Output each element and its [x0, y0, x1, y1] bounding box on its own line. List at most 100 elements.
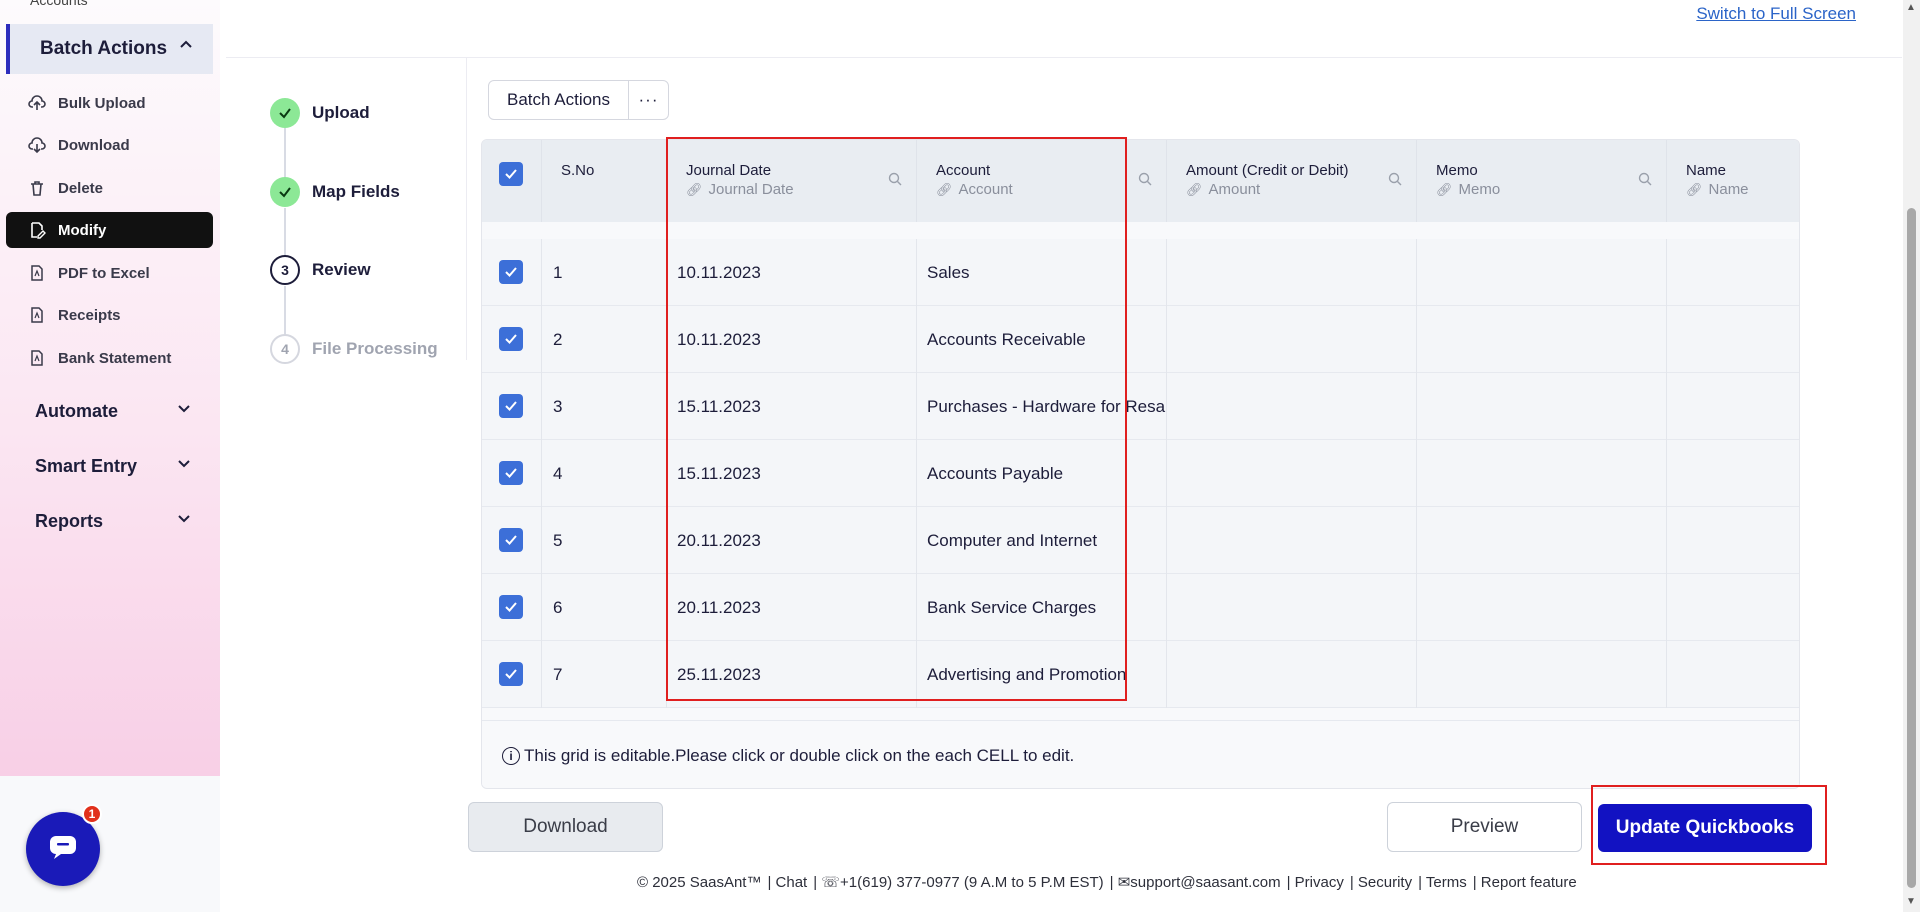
step-connector — [284, 208, 286, 256]
sidebar-section-label: Batch Actions — [40, 38, 168, 59]
scroll-up-arrow[interactable]: ▲ — [1905, 2, 1917, 13]
column-title: Name — [1686, 162, 1727, 179]
cloud-upload-icon — [28, 94, 46, 112]
cell-sno[interactable]: 1 — [541, 239, 666, 306]
column-mapped-field: Amount — [1208, 181, 1261, 198]
search-icon[interactable] — [1638, 172, 1652, 191]
column-header-memo[interactable]: Memo 🔗︎ Memo — [1416, 140, 1666, 222]
row-checkbox[interactable] — [499, 260, 523, 284]
preview-button[interactable]: Preview — [1387, 802, 1582, 852]
sidebar-item-download[interactable]: Download — [6, 127, 213, 163]
footer-chat-link[interactable]: | Chat — [767, 874, 807, 891]
search-icon[interactable] — [1138, 172, 1152, 191]
batch-actions-button[interactable]: Batch Actions — [489, 81, 628, 119]
footer-security-link[interactable]: | Security — [1350, 874, 1412, 891]
cell-sno[interactable]: 6 — [541, 574, 666, 641]
column-header-sno[interactable]: S.No — [541, 140, 666, 222]
sidebar-item-label: Bulk Upload — [58, 94, 146, 112]
row-checkbox[interactable] — [499, 595, 523, 619]
cell-memo[interactable] — [1416, 373, 1666, 440]
cell-sno[interactable]: 7 — [541, 641, 666, 708]
sidebar-item-bank-statement[interactable]: Bank Statement — [6, 340, 213, 376]
sidebar-group-reports[interactable]: Reports — [6, 499, 213, 543]
sidebar-item-pdf-to-excel[interactable]: PDF to Excel — [6, 255, 213, 291]
sidebar-item-accounts-partial[interactable]: Accounts — [30, 0, 88, 8]
sidebar-item-label: Delete — [58, 179, 104, 197]
cell-amount[interactable] — [1166, 306, 1416, 373]
pdf-file-icon — [28, 264, 46, 282]
cell-memo[interactable] — [1416, 440, 1666, 507]
link-icon: 🔗︎ — [1686, 182, 1703, 197]
sidebar-item-delete[interactable]: Delete — [6, 170, 213, 206]
sidebar-item-label: Download — [58, 136, 130, 154]
cell-sno[interactable]: 4 — [541, 440, 666, 507]
chat-notification-badge: 1 — [82, 804, 102, 824]
cell-amount[interactable] — [1166, 574, 1416, 641]
cell-memo[interactable] — [1416, 507, 1666, 574]
update-quickbooks-button[interactable]: Update Quickbooks — [1598, 804, 1812, 852]
cell-name[interactable] — [1666, 641, 1799, 708]
cell-memo[interactable] — [1416, 306, 1666, 373]
row-checkbox[interactable] — [499, 461, 523, 485]
cell-name[interactable] — [1666, 507, 1799, 574]
download-button[interactable]: Download — [468, 802, 663, 852]
cell-sno[interactable]: 2 — [541, 306, 666, 373]
cell-memo[interactable] — [1416, 641, 1666, 708]
footer-email-link[interactable]: | ✉support@saasant.com — [1110, 873, 1281, 891]
step-number: 3 — [270, 255, 300, 285]
sidebar-section-batch-actions[interactable]: Batch Actions — [6, 24, 213, 74]
sidebar-group-smart-entry[interactable]: Smart Entry — [6, 444, 213, 488]
row-checkbox[interactable] — [499, 327, 523, 351]
column-mapped-field: Name — [1708, 181, 1749, 198]
cell-amount[interactable] — [1166, 373, 1416, 440]
cell-sno[interactable]: 3 — [541, 373, 666, 440]
column-header-name[interactable]: Name 🔗︎ Name — [1666, 140, 1799, 222]
chevron-down-icon — [177, 511, 191, 529]
info-icon: i — [502, 746, 520, 765]
column-title: Memo — [1436, 162, 1478, 179]
cell-name[interactable] — [1666, 574, 1799, 641]
cell-memo[interactable] — [1416, 574, 1666, 641]
cell-name[interactable] — [1666, 306, 1799, 373]
sidebar-item-label: PDF to Excel — [58, 264, 150, 282]
sidebar-group-label: Smart Entry — [35, 455, 138, 476]
steps-divider — [466, 58, 467, 360]
check-icon — [270, 98, 300, 128]
row-checkbox[interactable] — [499, 394, 523, 418]
column-header-amount[interactable]: Amount (Credit or Debit) 🔗︎ Amount — [1166, 140, 1416, 222]
column-title: S.No — [561, 162, 595, 179]
cell-memo[interactable] — [1416, 239, 1666, 306]
cell-sno[interactable]: 5 — [541, 507, 666, 574]
cell-name[interactable] — [1666, 440, 1799, 507]
trash-icon — [28, 179, 46, 197]
footer-privacy-link[interactable]: | Privacy — [1287, 874, 1344, 891]
switch-full-screen-link[interactable]: Switch to Full Screen — [1696, 4, 1856, 24]
cell-name[interactable] — [1666, 239, 1799, 306]
cell-name[interactable] — [1666, 373, 1799, 440]
sidebar-group-automate[interactable]: Automate — [6, 389, 213, 433]
pdf-file-icon — [28, 349, 46, 367]
cell-amount[interactable] — [1166, 239, 1416, 306]
search-icon[interactable] — [1388, 172, 1402, 191]
step-number: 4 — [270, 334, 300, 364]
sidebar-item-bulk-upload[interactable]: Bulk Upload — [6, 85, 213, 121]
page-scrollbar-thumb[interactable] — [1907, 208, 1916, 888]
footer-terms-link[interactable]: | Terms — [1418, 874, 1467, 891]
cell-amount[interactable] — [1166, 440, 1416, 507]
footer-phone: | ☏+1(619) 377-0977 (9 A.M to 5 P.M EST) — [813, 874, 1104, 891]
step-upload: Upload — [270, 98, 370, 128]
cell-amount[interactable] — [1166, 641, 1416, 708]
sidebar-item-label: Bank Statement — [58, 349, 172, 367]
cell-amount[interactable] — [1166, 507, 1416, 574]
row-checkbox[interactable] — [499, 528, 523, 552]
footer-report-link[interactable]: | Report feature — [1473, 874, 1577, 891]
scroll-down-arrow[interactable]: ▼ — [1905, 896, 1917, 907]
row-checkbox[interactable] — [499, 662, 523, 686]
link-icon: 🔗︎ — [1186, 182, 1203, 197]
more-options-button[interactable]: ··· — [628, 81, 668, 119]
sidebar-item-modify[interactable]: Modify — [6, 212, 213, 248]
chevron-down-icon — [177, 401, 191, 419]
header-divider — [226, 57, 1902, 58]
sidebar-item-receipts[interactable]: Receipts — [6, 297, 213, 333]
select-all-checkbox[interactable] — [499, 162, 523, 186]
